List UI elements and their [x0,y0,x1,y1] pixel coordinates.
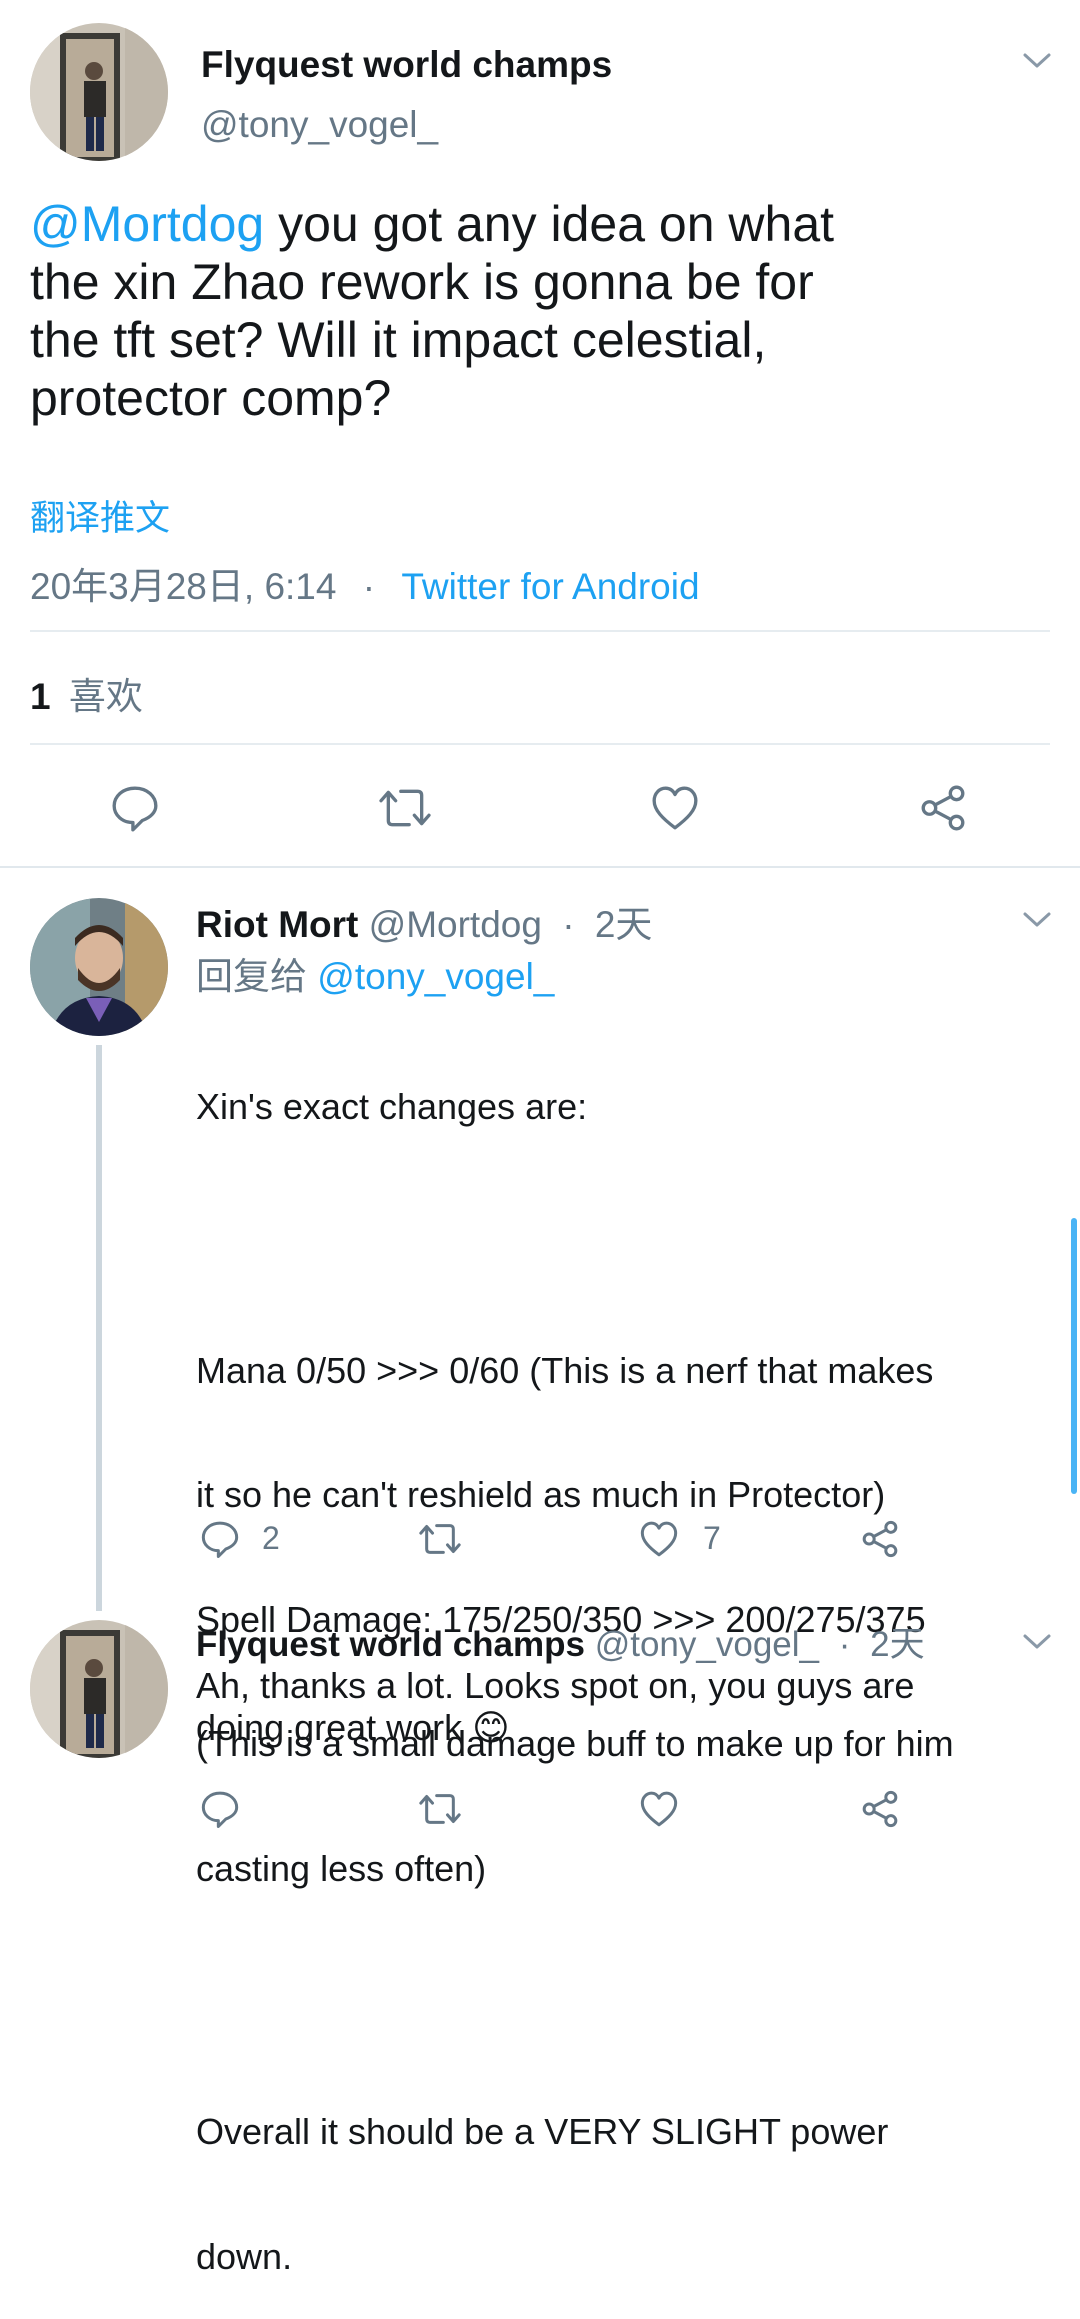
likes-summary[interactable]: 1 喜欢 [30,666,143,720]
like-count: 7 [703,1520,721,1556]
reply-text-line: casting less often) [196,1847,487,1889]
reply-text-line [196,1211,1056,1267]
reply-icon[interactable] [110,783,160,833]
share-icon[interactable] [860,1519,900,1559]
reply-text-line: Overall it should be a VERY SLIGHT power [196,2111,889,2152]
reply-display-name[interactable]: Riot Mort [196,904,358,945]
reply-text-line: it so he can't reshield as much in Prote… [196,1474,886,1515]
tweet-text-line: @Mortdog you got any idea on what [30,195,1050,253]
chevron-down-icon[interactable] [1022,1632,1052,1652]
reply-icon[interactable] [200,1519,240,1559]
divider [30,743,1050,745]
meta-separator: · [562,904,575,945]
reply-header: Flyquest world champs @tony_vogel_ · 2天 [196,1616,925,1667]
reply-text-line: doing great work 😊 [196,1707,1056,1749]
reply-text-segment: doing great work [196,1706,463,1748]
retweet-icon[interactable] [417,1519,463,1559]
retweet-icon[interactable] [417,1789,463,1829]
reply-avatar[interactable] [30,898,168,1036]
tweet-text-line: the tft set? Will it impact celestial, [30,312,767,368]
like-heart-icon[interactable] [638,1519,680,1559]
reply-text: Ah, thanks a lot. Looks spot on, you guy… [196,1665,1056,1748]
chevron-down-icon[interactable] [1022,910,1052,930]
reply-text-line: down. [196,2235,293,2277]
reply-time: 2天 [594,904,653,945]
likes-count: 1 [30,676,51,717]
likes-label: 喜欢 [68,676,143,717]
scrollbar[interactable] [1071,1218,1077,1494]
reply-time: 2天 [870,1625,925,1664]
translate-tweet-link[interactable]: 翻译推文 [30,490,170,541]
reply-handle[interactable]: @Mortdog [369,904,542,945]
like-heart-icon[interactable] [649,783,701,833]
share-icon[interactable] [918,783,968,833]
tweet-text: @Mortdog you got any idea on what the xi… [30,195,1050,427]
share-icon[interactable] [860,1789,900,1829]
author-avatar[interactable] [30,23,168,161]
reply-text-line: Mana 0/50 >>> 0/60 (This is a nerf that … [196,1349,934,1391]
tweet-text-line: the xin Zhao rework is gonna be for [30,254,814,310]
thread-line [96,1045,102,1611]
avatar-photo-icon [30,23,168,161]
tweet-meta: 20年3月28日, 6:14 · Twitter for Android [30,556,700,610]
reply-handle[interactable]: @tony_vogel_ [595,1625,819,1664]
divider [30,630,1050,632]
reply-display-name[interactable]: Flyquest world champs [196,1625,585,1664]
avatar-photo-icon [30,898,168,1036]
author-handle[interactable]: @tony_vogel_ [201,104,438,146]
reply-text-line: Ah, thanks a lot. Looks spot on, you guy… [196,1665,915,1706]
like-heart-icon[interactable] [638,1789,680,1829]
meta-separator: · [838,1625,851,1664]
reply-icon[interactable] [200,1789,240,1829]
reply-text-line [196,1972,1056,2028]
reply-count: 2 [262,1520,280,1556]
tweet-text-segment: you got any idea on what [264,196,835,252]
smiling-face-emoji-icon: 😊 [472,1706,510,1748]
meta-separator: · [362,566,376,607]
mention-link[interactable]: @Mortdog [30,196,264,252]
tweet-timestamp: 20年3月28日, 6:14 [30,566,337,607]
replying-to-handle[interactable]: @tony_vogel_ [317,956,554,997]
tweet-source-link[interactable]: Twitter for Android [401,566,699,607]
reply-header: Riot Mort @Mortdog · 2天 [196,894,652,948]
author-display-name[interactable]: Flyquest world champs [201,44,612,86]
section-divider [0,866,1080,868]
replying-to: 回复给 @tony_vogel_ [196,946,554,1000]
reply-avatar[interactable] [30,1620,168,1758]
retweet-icon[interactable] [376,783,434,833]
tweet-text-line: protector comp? [30,370,392,426]
replying-to-label: 回复给 [196,956,307,997]
reply-text-line: Xin's exact changes are: [196,1086,588,1127]
avatar-photo-icon [30,1620,168,1758]
chevron-down-icon[interactable] [1022,51,1052,71]
